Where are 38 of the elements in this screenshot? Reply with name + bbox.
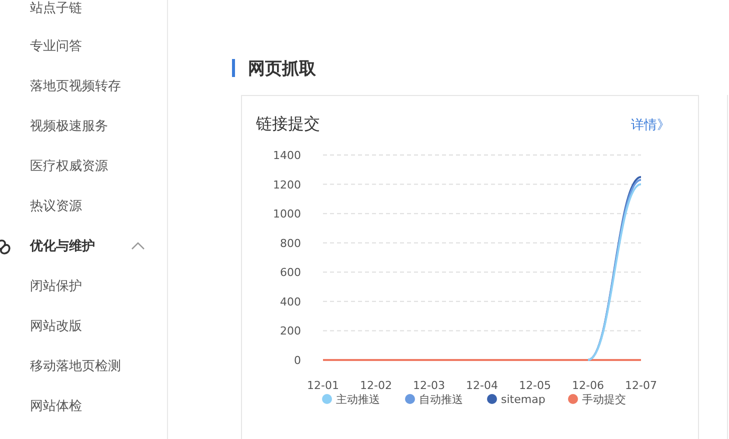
y-tick-label: 200: [280, 324, 301, 338]
y-tick-label: 1200: [273, 178, 301, 192]
x-tick-label: 12-05: [519, 379, 551, 392]
sidebar-item[interactable]: 闭站保护: [0, 266, 167, 306]
x-tick-label: 12-04: [466, 379, 498, 392]
details-link[interactable]: 详情》: [631, 116, 670, 134]
x-tick-label: 12-03: [413, 379, 445, 392]
sidebar-item[interactable]: 网站改版: [0, 306, 167, 346]
sidebar-item[interactable]: 落地页视频转存: [0, 66, 167, 106]
y-tick-label: 400: [280, 295, 301, 308]
section-title: 网页抓取: [248, 58, 316, 80]
sidebar-item[interactable]: 站点子链: [0, 0, 167, 26]
legend-label: 自动推送: [419, 393, 463, 406]
y-tick-label: 1000: [273, 208, 301, 221]
sidebar-item[interactable]: 专业问答: [0, 26, 167, 66]
legend-label: sitemap: [501, 393, 546, 406]
y-tick-label: 600: [280, 266, 301, 280]
x-tick-label: 12-01: [307, 379, 339, 392]
legend-item[interactable]: 自动推送: [405, 393, 463, 406]
legend-label: 主动推送: [336, 393, 380, 406]
sidebar-item[interactable]: 网站体检: [0, 386, 167, 426]
sidebar-group-title[interactable]: 优化与维护: [30, 237, 95, 255]
legend-item[interactable]: 主动推送: [322, 393, 380, 406]
legend-label: 手动提交: [582, 393, 626, 406]
legend-item[interactable]: sitemap: [487, 393, 546, 406]
sidebar-item[interactable]: 热议资源: [0, 186, 167, 226]
card-title: 链接提交: [256, 114, 320, 135]
y-tick-label: 800: [280, 236, 301, 250]
y-tick-label: 1400: [273, 149, 301, 162]
sidebar-item[interactable]: 医疗权威资源: [0, 146, 167, 186]
x-tick-label: 12-06: [572, 379, 604, 392]
sidebar-item[interactable]: 移动落地页检测: [0, 346, 167, 386]
chevron-icon[interactable]: [131, 241, 145, 250]
y-tick-label: 0: [294, 354, 301, 367]
x-tick-label: 12-07: [625, 379, 657, 392]
legend-item[interactable]: 手动提交: [568, 393, 626, 406]
x-tick-label: 12-02: [360, 379, 392, 392]
sidebar-item[interactable]: 视频极速服务: [0, 106, 167, 146]
